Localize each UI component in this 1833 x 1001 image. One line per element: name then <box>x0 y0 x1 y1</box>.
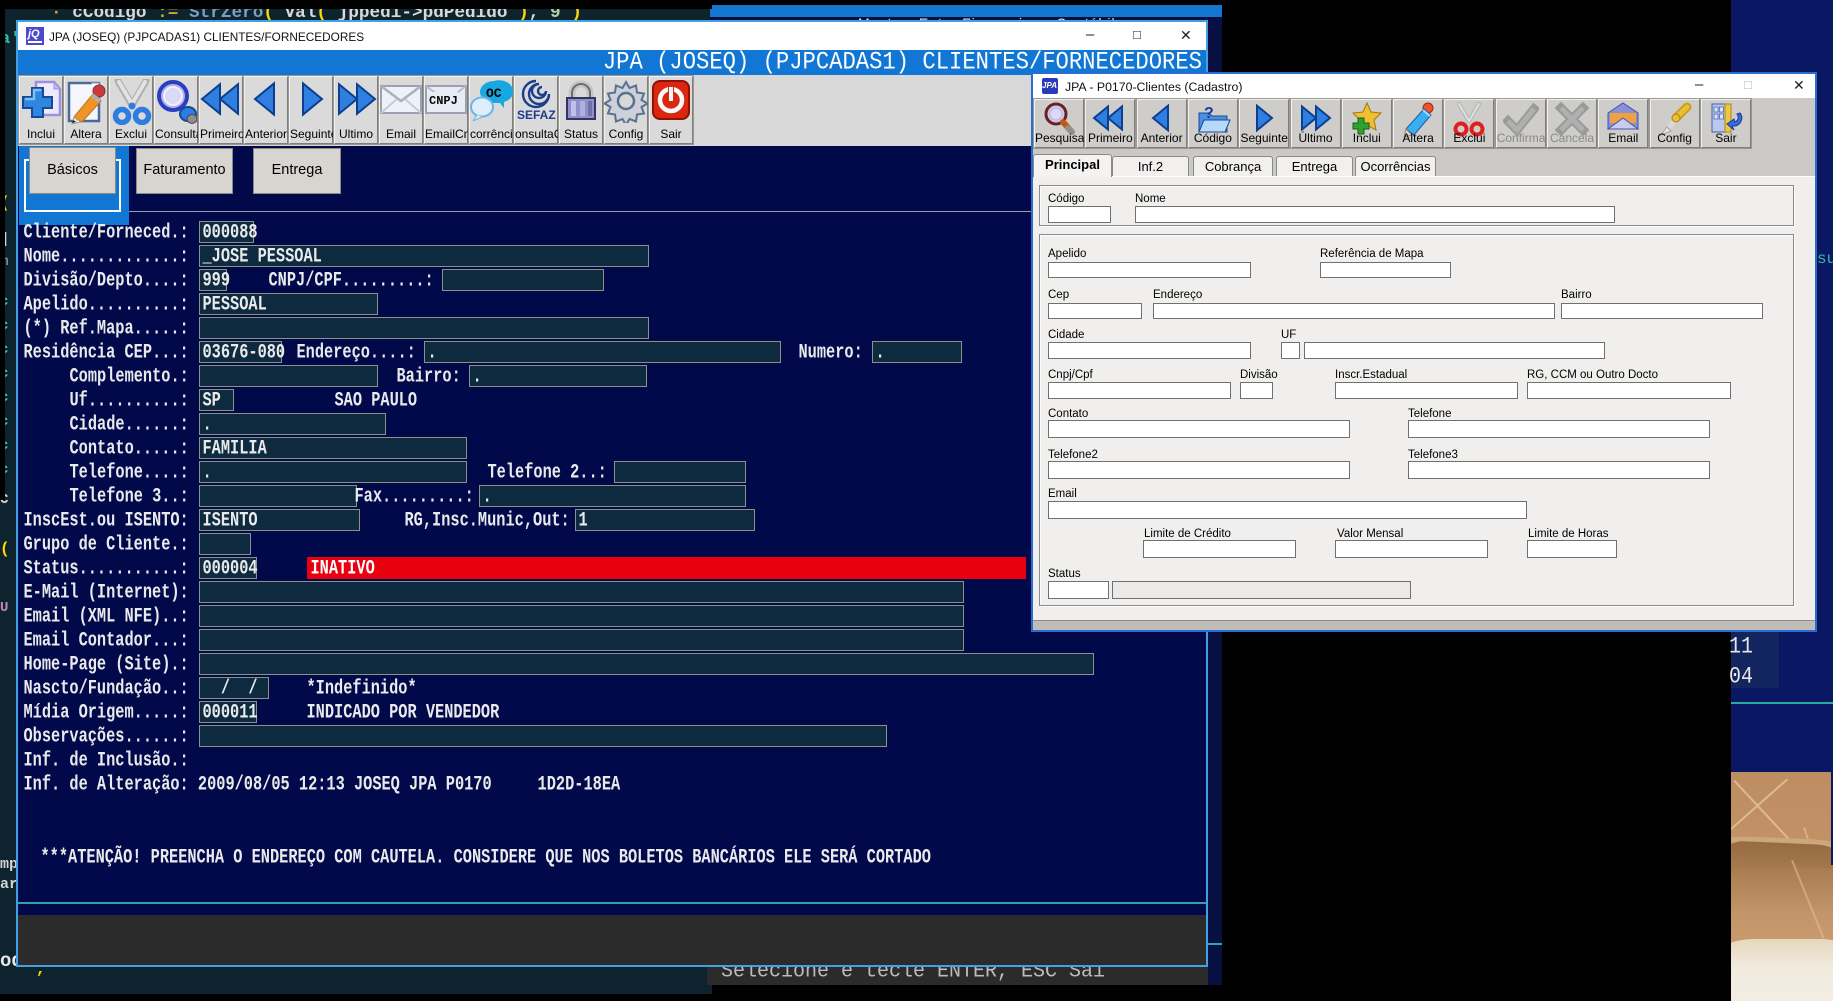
svg-text:CNPJ: CNPJ <box>429 94 458 108</box>
svg-text:SEFAZ: SEFAZ <box>517 108 556 122</box>
svg-text:?: ? <box>1204 105 1214 122</box>
